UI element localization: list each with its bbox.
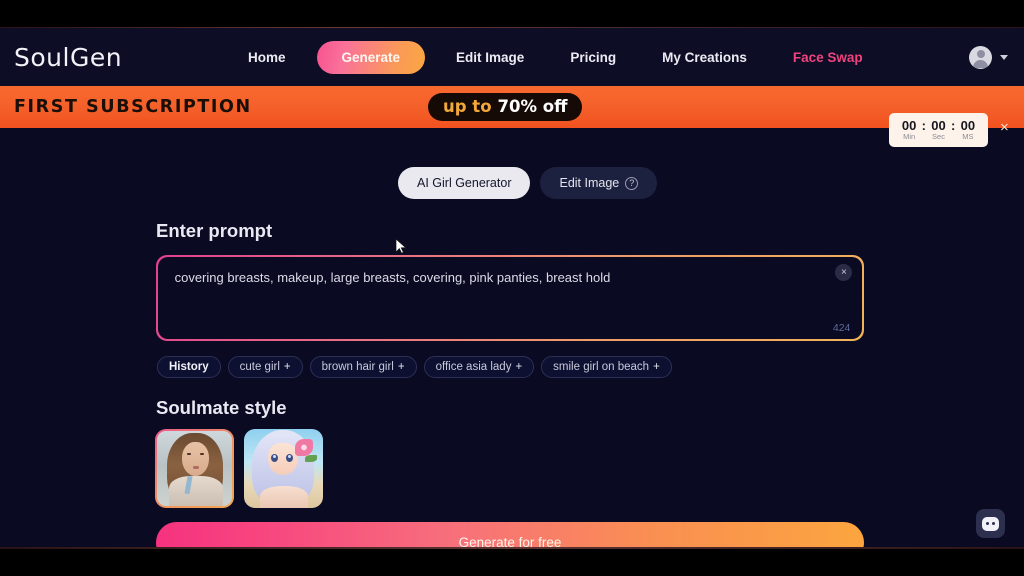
screenshot-root: SoulGen Home Generate Edit Image Pricing…	[0, 0, 1024, 576]
promo-discount-badge: up to 70% off	[428, 93, 583, 121]
mouse-cursor	[396, 239, 406, 254]
chat-support-button[interactable]	[976, 509, 1005, 538]
chip-smile-girl-on-beach[interactable]: smile girl on beach +	[541, 356, 672, 378]
plus-icon: +	[653, 361, 660, 373]
site-header: SoulGen Home Generate Edit Image Pricing…	[0, 28, 1024, 86]
generator-mode-tabs: AI Girl Generator Edit Image ?	[398, 167, 658, 199]
account-menu[interactable]	[969, 28, 1008, 86]
prompt-char-count: 424	[832, 322, 851, 335]
thumb-flower	[295, 439, 313, 456]
promo-banner: FIRST SUBSCRIPTION up to 70% off	[0, 86, 1024, 128]
tab-edit-image[interactable]: Edit Image ?	[540, 167, 658, 199]
prompt-textarea[interactable]: covering breasts, makeup, large breasts,…	[157, 256, 863, 340]
timer-ms-label: MS	[962, 131, 974, 141]
prompt-suggestion-chips: History cute girl + brown hair girl + offi…	[157, 356, 672, 378]
webpage-viewport: SoulGen Home Generate Edit Image Pricing…	[0, 28, 1024, 547]
style-option-realistic-girl[interactable]	[155, 429, 234, 508]
chip-cute-girl[interactable]: cute girl +	[227, 356, 303, 378]
nav-item-home[interactable]: Home	[225, 50, 309, 65]
style-section-title: Soulmate style	[156, 397, 287, 418]
realistic-girl-thumbnail	[157, 431, 232, 506]
chip-smile-girl-on-beach-label: smile girl on beach	[553, 361, 650, 373]
plus-icon: +	[515, 361, 523, 373]
chip-office-asia-lady[interactable]: office asia lady +	[423, 356, 535, 378]
anime-girl-thumbnail	[244, 429, 323, 508]
thumb-eye-right	[200, 453, 204, 455]
promo-countdown-timer: 00 Min : 00 Sec : 00 MS	[889, 113, 988, 147]
tab-ai-girl-generator[interactable]: AI Girl Generator	[398, 167, 531, 199]
promo-close-icon[interactable]: ×	[1000, 120, 1009, 135]
nav-item-generate[interactable]: Generate	[316, 40, 426, 74]
help-icon[interactable]: ?	[625, 176, 639, 190]
thumb-anime-eye-right	[286, 454, 293, 462]
letterbox-top	[0, 0, 1024, 27]
timer-seconds: 00 Sec	[926, 119, 951, 142]
chip-brown-hair-girl-label: brown hair girl	[321, 361, 394, 373]
thumb-body	[169, 476, 223, 506]
chip-history[interactable]: History	[157, 356, 221, 378]
generate-button-label: Generate for free	[458, 535, 562, 547]
letterbox-bottom	[0, 549, 1024, 576]
prompt-section-title: Enter prompt	[156, 220, 273, 241]
chat-bubble-icon	[982, 516, 999, 531]
chip-cute-girl-label: cute girl	[239, 361, 280, 373]
chip-brown-hair-girl[interactable]: brown hair girl +	[309, 356, 417, 378]
thumb-lips	[193, 466, 199, 469]
timer-minutes-value: 00	[901, 117, 917, 133]
timer-seconds-value: 00	[931, 117, 946, 133]
chip-office-asia-lady-label: office asia lady	[435, 361, 512, 373]
user-avatar-icon[interactable]	[969, 45, 992, 69]
primary-navigation: Home Generate Edit Image Pricing My Crea…	[225, 28, 886, 86]
thumb-anime-body	[260, 486, 308, 508]
prompt-input-container[interactable]: covering breasts, makeup, large breasts,…	[156, 255, 864, 341]
timer-ms-value: 00	[960, 117, 976, 133]
thumb-leaf	[305, 455, 317, 462]
thumb-anime-eye-left	[271, 454, 278, 462]
promo-badge-prefix: up to	[443, 97, 492, 116]
thumb-face	[182, 442, 209, 476]
promo-title: FIRST SUBSCRIPTION	[14, 97, 252, 117]
tab-edit-image-label: Edit Image	[559, 176, 620, 190]
brand-logo[interactable]: SoulGen	[14, 43, 122, 72]
timer-minutes: 00 Min	[897, 119, 922, 142]
plus-icon: +	[397, 361, 405, 373]
plus-icon: +	[283, 361, 291, 373]
prompt-clear-icon[interactable]: ×	[835, 263, 853, 281]
prompt-text-value[interactable]: covering breasts, makeup, large breasts,…	[175, 268, 785, 287]
nav-item-pricing[interactable]: Pricing	[547, 50, 639, 65]
nav-item-my-creations[interactable]: My Creations	[639, 50, 770, 65]
thumb-eye-left	[187, 453, 191, 455]
chevron-down-icon[interactable]	[1000, 54, 1008, 60]
nav-item-edit-image[interactable]: Edit Image	[433, 50, 547, 65]
style-option-list	[155, 429, 323, 508]
nav-item-face-swap[interactable]: Face Swap	[770, 50, 886, 65]
generate-for-free-button[interactable]: Generate for free	[156, 522, 864, 547]
tab-ai-girl-generator-label: AI Girl Generator	[417, 176, 512, 190]
promo-badge-value: 70% off	[497, 97, 568, 116]
style-option-anime-girl[interactable]	[244, 429, 323, 508]
timer-milliseconds: 00 MS	[955, 119, 980, 142]
timer-seconds-label: Sec	[932, 131, 945, 141]
timer-minutes-label: Min	[903, 131, 916, 141]
